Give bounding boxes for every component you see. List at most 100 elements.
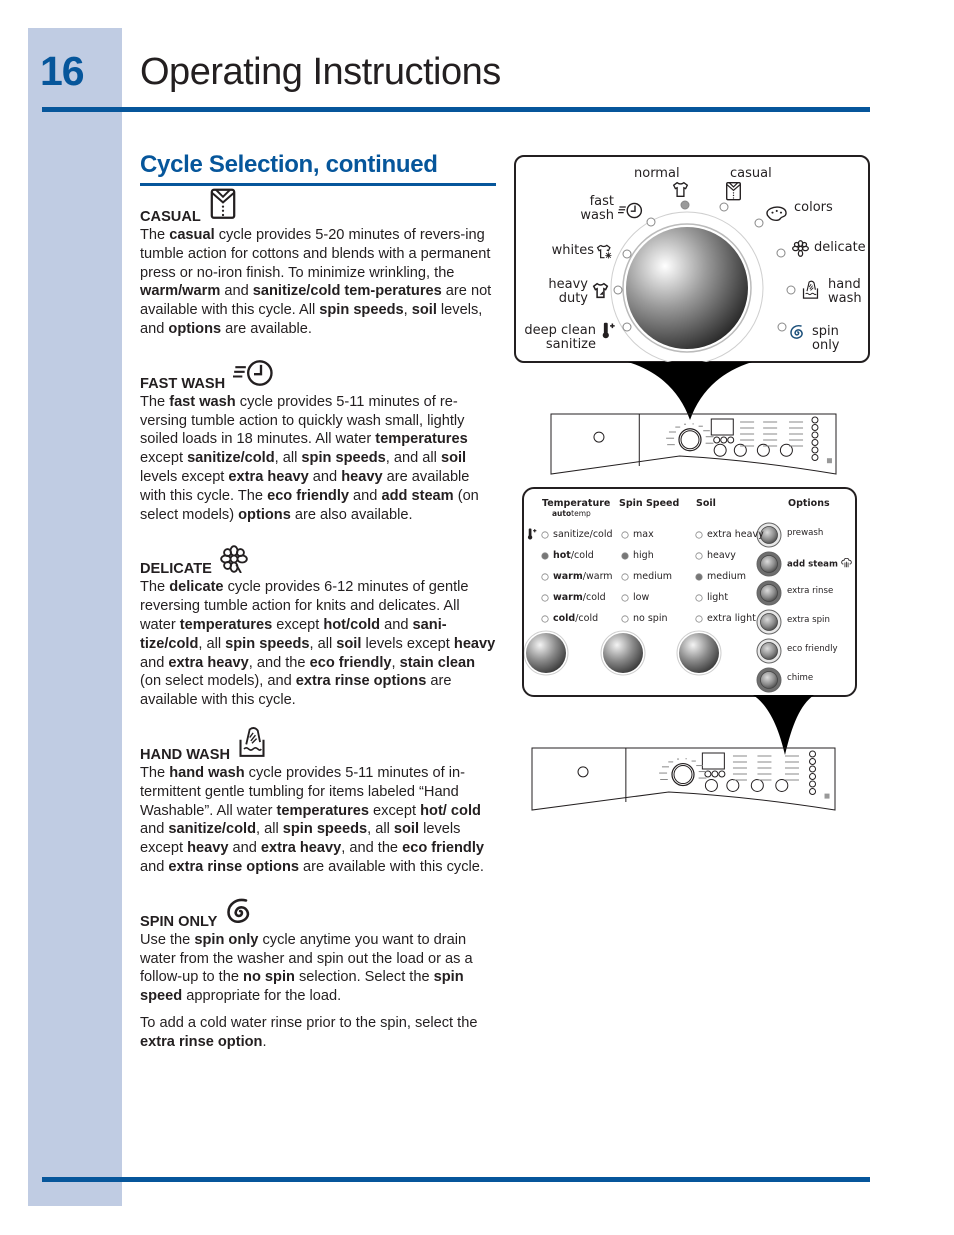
spin-speed-option[interactable]: low	[633, 592, 649, 603]
option-button-extra-rinse[interactable]	[760, 584, 778, 602]
radio-soil[interactable]	[695, 573, 703, 581]
section-divider	[140, 183, 496, 186]
text-run: extra light	[707, 613, 756, 624]
spin-speed-option[interactable]: medium	[633, 571, 672, 582]
option-button-eco-friendly[interactable]	[760, 642, 778, 660]
text-run: except	[272, 616, 324, 633]
dial-label-heavy-duty[interactable]: heavy duty	[538, 278, 588, 306]
option-label-extra-rinse[interactable]: extra rinse	[787, 586, 833, 596]
soil-option[interactable]: extra heavy	[707, 529, 764, 540]
bold-term: eco friendly	[402, 840, 485, 857]
mini-option-button	[809, 788, 817, 795]
text-run: /warm	[582, 571, 613, 582]
bold-term: hot/cold	[323, 616, 381, 633]
thermometer-plus-icon	[600, 322, 617, 344]
mini-option-button	[811, 439, 819, 446]
dial-label-casual[interactable]: casual	[730, 167, 772, 181]
radio-temperature[interactable]	[541, 615, 549, 623]
radio-temperature[interactable]	[541, 531, 549, 539]
option-button-extra-spin[interactable]	[760, 613, 778, 631]
text-run: The	[140, 764, 170, 781]
text-run: Spin Speed	[619, 498, 680, 509]
radio-soil[interactable]	[695, 615, 703, 623]
mini-selector-knob	[713, 443, 727, 457]
cycle-paragraph: The casual cycle provides 5-20 minutes o…	[140, 226, 498, 339]
temperature-knob[interactable]	[526, 633, 566, 673]
text-run: , and the	[248, 654, 310, 671]
text-run: , all	[367, 821, 394, 838]
panel-outline	[550, 413, 837, 475]
dial-label-whites[interactable]: whites	[538, 244, 594, 258]
option-button-chime[interactable]	[760, 671, 778, 689]
mini-button	[718, 770, 726, 778]
text-run: extra rinse	[787, 586, 834, 596]
radio-spin-speed[interactable]	[621, 552, 629, 560]
radio-spin-speed[interactable]	[621, 594, 629, 602]
cycle-heading: DELICATE	[140, 542, 498, 578]
radio-soil[interactable]	[695, 594, 703, 602]
option-label-prewash[interactable]: prewash	[787, 528, 823, 538]
dial-indicator-spin-only	[777, 322, 787, 332]
temperature-option[interactable]: hot/cold	[553, 550, 594, 561]
spin-speed-option[interactable]: max	[633, 529, 654, 540]
dial-label-hand-wash[interactable]: hand wash	[828, 278, 862, 306]
text-run: selection. Select the	[294, 969, 434, 986]
soil-knob[interactable]	[679, 633, 719, 673]
radio-spin-speed[interactable]	[621, 531, 629, 539]
radio-soil[interactable]	[695, 552, 703, 560]
radio-soil[interactable]	[695, 531, 703, 539]
cycle-name: CASUAL	[140, 209, 201, 225]
text-run: , and the	[341, 840, 403, 857]
option-button-add-steam[interactable]	[760, 555, 778, 573]
spin-speed-knob[interactable]	[603, 633, 643, 673]
cycle-descriptions: CASUAL The casual cycle provides 5-20 min…	[140, 188, 498, 1052]
text-run: temp	[571, 509, 591, 518]
bold-term: sanitize/cold	[187, 450, 275, 467]
page-title: Operating Instructions	[140, 51, 501, 93]
dial-indicator-hand-wash	[786, 285, 796, 295]
dial-label-delicate[interactable]: delicate	[814, 241, 866, 255]
radio-temperature[interactable]	[541, 552, 549, 560]
option-label-add-steam[interactable]: add steam	[787, 557, 852, 571]
radio-spin-speed[interactable]	[621, 615, 629, 623]
radio-temperature[interactable]	[541, 573, 549, 581]
cycle-selector-knob[interactable]	[626, 227, 748, 349]
dial-label-spin-only[interactable]: spin only	[812, 325, 840, 353]
bold-term: soil	[411, 302, 437, 319]
option-label-chime[interactable]: chime	[787, 673, 813, 683]
text-run: appropriate for the load.	[182, 988, 342, 1005]
spin-speed-option[interactable]: no spin	[633, 613, 668, 624]
soil-option[interactable]: medium	[707, 571, 746, 582]
dial-label-fast-wash[interactable]: fast wash	[568, 195, 614, 223]
dial-label-normal[interactable]: normal	[634, 167, 680, 181]
radio-temperature[interactable]	[541, 594, 549, 602]
temperature-option[interactable]: warm/warm	[553, 571, 613, 582]
mini-cycle-knob-inner	[680, 430, 700, 450]
cycle-description-delicate: DELICATE The delicate cycle provides 6-12…	[140, 542, 498, 710]
bold-term: spin speeds	[319, 302, 404, 319]
option-label-extra-spin[interactable]: extra spin	[787, 615, 830, 625]
bold-term: spin speeds	[301, 450, 386, 467]
text-run: no spin	[633, 613, 668, 624]
radio-spin-speed[interactable]	[621, 573, 629, 581]
soil-option[interactable]: light	[707, 592, 728, 603]
mini-option-button	[809, 780, 817, 788]
bold-term: extra heavy	[168, 654, 249, 671]
temperature-option[interactable]: cold/cold	[553, 613, 598, 624]
bold-term: hand wash	[169, 764, 245, 781]
soil-option[interactable]: heavy	[707, 550, 736, 561]
dial-label-deep-clean-sanitize[interactable]: deep clean sanitize	[518, 324, 596, 352]
temperature-option[interactable]: warm/cold	[553, 592, 606, 603]
palette-icon	[764, 205, 788, 227]
fast-wash-clock-icon	[233, 359, 275, 393]
spin-spiral-icon	[789, 324, 805, 345]
temperature-option[interactable]: sanitize/cold	[553, 529, 613, 540]
soil-option[interactable]: extra light	[707, 613, 756, 624]
option-label-eco-friendly[interactable]: eco friendly	[787, 644, 838, 654]
dial-label-colors[interactable]: colors	[794, 201, 833, 215]
bold-term: add steam	[787, 559, 838, 570]
text-run: The	[140, 227, 170, 243]
mini-option-button	[809, 773, 817, 780]
spin-speed-option[interactable]: high	[633, 550, 654, 561]
section-title: Cycle Selection, continued	[140, 151, 438, 178]
